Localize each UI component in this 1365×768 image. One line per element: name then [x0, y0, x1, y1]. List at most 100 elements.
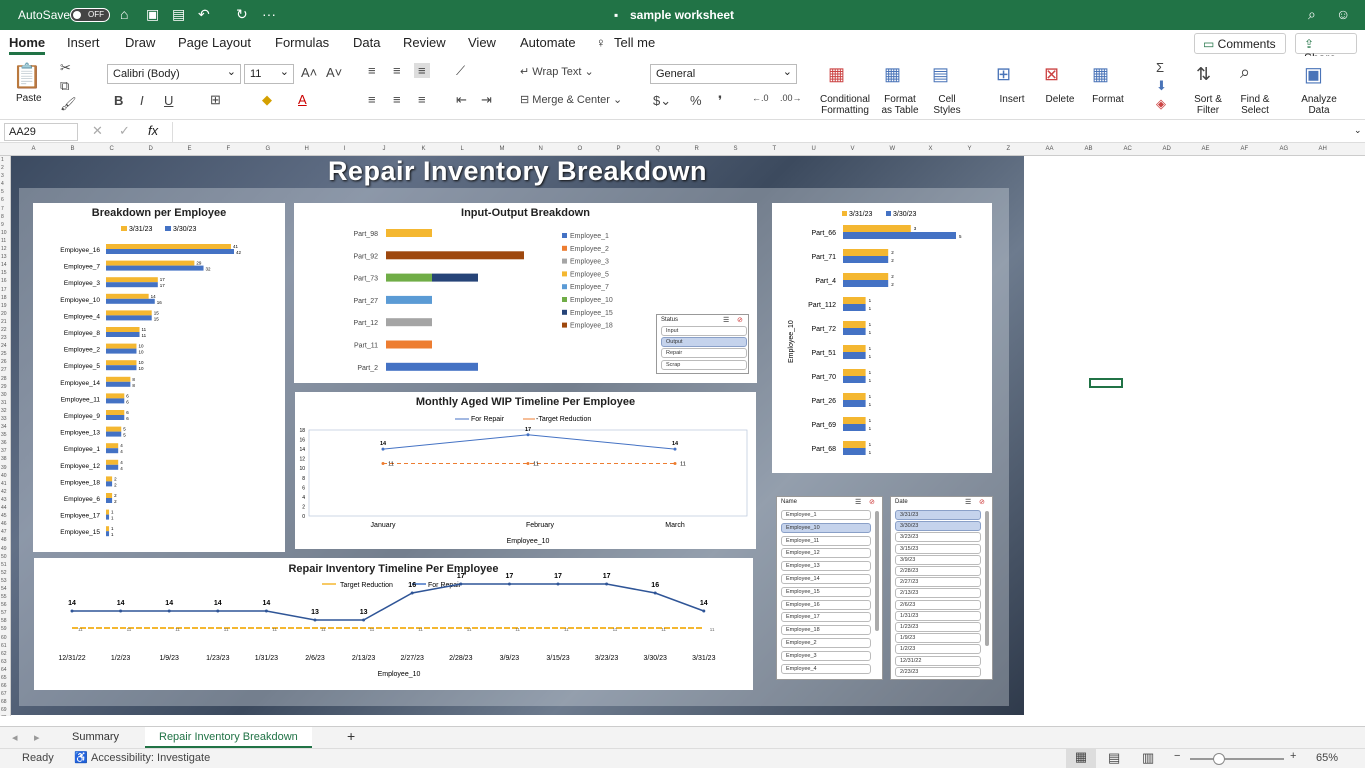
status-slicer[interactable]: Status ☰ ⊘ Input Output Repair Scrap	[656, 314, 749, 374]
format-table-label[interactable]: Format as Table	[876, 94, 924, 116]
row-header[interactable]: 16	[0, 277, 10, 285]
column-header[interactable]: AC	[1124, 146, 1132, 152]
row-header[interactable]: 35	[0, 431, 10, 439]
slicer-item[interactable]: 3/15/23	[895, 543, 981, 554]
tab-home[interactable]: Home	[9, 35, 46, 55]
slicer-item[interactable]: Input	[661, 326, 747, 336]
column-header[interactable]: D	[149, 146, 153, 152]
comments-button[interactable]: ▭ Comments	[1194, 33, 1286, 54]
prev-sheet-icon[interactable]: ◂	[12, 731, 18, 744]
borders-icon[interactable]: ⊞	[210, 92, 221, 108]
clear-filter-icon[interactable]: ⊘	[869, 498, 875, 506]
underline-icon[interactable]: U	[164, 93, 173, 108]
column-header[interactable]: H	[305, 146, 309, 152]
row-header[interactable]: 3	[0, 172, 10, 180]
format-cells-icon[interactable]: ▦	[1092, 64, 1109, 85]
row-header[interactable]: 32	[0, 407, 10, 415]
row-header[interactable]: 54	[0, 585, 10, 593]
more-icon[interactable]: ···	[262, 6, 276, 22]
conditional-formatting-icon[interactable]: ▦	[828, 64, 845, 85]
clear-filter-icon[interactable]: ⊘	[979, 498, 985, 506]
row-header[interactable]: 13	[0, 253, 10, 261]
slicer-item[interactable]: 3/23/23	[895, 532, 981, 543]
row-header[interactable]: 58	[0, 617, 10, 625]
currency-icon[interactable]: $⌄	[653, 93, 671, 109]
row-header[interactable]: 61	[0, 642, 10, 650]
slicer-item[interactable]: 2/27/23	[895, 577, 981, 588]
row-header[interactable]: 64	[0, 666, 10, 674]
row-header[interactable]: 63	[0, 658, 10, 666]
merge-center-button[interactable]: ⊟ Merge & Center ⌄	[520, 93, 622, 106]
slicer-item[interactable]: 3/30/23	[895, 521, 981, 532]
slicer-item[interactable]: 1/31/23	[895, 610, 981, 621]
row-header[interactable]: 18	[0, 294, 10, 302]
row-header[interactable]: 60	[0, 634, 10, 642]
insert-cells-icon[interactable]: ⊞	[996, 64, 1011, 85]
slicer-item[interactable]: Output	[661, 337, 747, 348]
page-layout-view-icon[interactable]: ▤	[1108, 750, 1120, 766]
paste-label[interactable]: Paste	[16, 93, 42, 104]
name-slicer[interactable]: Name ☰ ⊘ Employee_1 Employee_10 Employee_1…	[776, 496, 883, 680]
paste-icon[interactable]: 📋	[12, 62, 42, 91]
row-header[interactable]: 22	[0, 326, 10, 334]
row-header[interactable]: 25	[0, 350, 10, 358]
increase-font-icon[interactable]: A˄	[301, 65, 317, 80]
share-button[interactable]: ⇪ Share	[1295, 33, 1357, 65]
expand-formula-icon[interactable]: ⌄	[1354, 125, 1362, 136]
find-select-label[interactable]: Find & Select	[1234, 94, 1276, 116]
slicer-scrollbar[interactable]	[875, 511, 879, 631]
row-header[interactable]: 14	[0, 261, 10, 269]
column-header[interactable]: V	[851, 146, 855, 152]
slicer-item[interactable]: Employee_4	[781, 663, 871, 674]
zoom-slider[interactable]	[1190, 758, 1284, 760]
row-header[interactable]: 4	[0, 180, 10, 188]
column-header[interactable]: L	[461, 146, 464, 152]
column-header[interactable]: C	[110, 146, 114, 152]
slicer-item[interactable]: 1/23/23	[895, 622, 981, 632]
column-header[interactable]: P	[617, 146, 621, 152]
tab-formulas[interactable]: Formulas	[275, 35, 329, 50]
row-header[interactable]: 12	[0, 245, 10, 253]
row-header[interactable]: 28	[0, 375, 10, 383]
date-slicer[interactable]: Date ☰ ⊘ 3/31/23 3/30/23 3/23/23 3/15/23 3/9…	[890, 496, 993, 680]
clear-filter-icon[interactable]: ⊘	[737, 316, 743, 324]
cell-styles-label[interactable]: Cell Styles	[928, 94, 966, 116]
row-header[interactable]: 29	[0, 383, 10, 391]
column-header[interactable]: AD	[1163, 146, 1171, 152]
orientation-icon[interactable]: ⟋	[456, 63, 465, 79]
row-header[interactable]: 24	[0, 342, 10, 350]
row-header[interactable]: 43	[0, 496, 10, 504]
row-header[interactable]: 30	[0, 391, 10, 399]
chart-breakdown-employee[interactable]: Breakdown per Employee 3/31/23 3/30/23 Emp…	[33, 203, 285, 552]
row-header[interactable]: 47	[0, 528, 10, 536]
increase-decimal-icon[interactable]: ←.0	[752, 93, 769, 103]
font-color-icon[interactable]: A	[298, 92, 307, 107]
column-header[interactable]: A	[32, 146, 36, 152]
row-header[interactable]: 27	[0, 366, 10, 374]
row-header[interactable]: 52	[0, 569, 10, 577]
align-middle-icon[interactable]: ≡	[393, 63, 401, 78]
column-header[interactable]: Z	[1007, 146, 1011, 152]
decrease-font-icon[interactable]: A˅	[326, 65, 342, 80]
zoom-out-icon[interactable]: −	[1174, 750, 1180, 762]
sort-filter-label[interactable]: Sort & Filter	[1188, 94, 1228, 116]
row-header[interactable]: 55	[0, 593, 10, 601]
row-header[interactable]: 5	[0, 188, 10, 196]
slicer-item[interactable]: Employee_2	[781, 638, 871, 648]
row-header[interactable]: 56	[0, 601, 10, 609]
search-icon[interactable]: ⌕	[1308, 6, 1316, 23]
decrease-indent-icon[interactable]: ⇤	[456, 92, 467, 108]
find-select-icon[interactable]: ⌕	[1240, 62, 1250, 83]
row-header[interactable]: 39	[0, 464, 10, 472]
font-name-select[interactable]: Calibri (Body)	[107, 64, 241, 84]
sort-filter-icon[interactable]: ⇅	[1196, 64, 1211, 85]
format-table-icon[interactable]: ▦	[884, 64, 901, 85]
save-as-icon[interactable]: ▤	[172, 6, 185, 23]
row-header[interactable]: 38	[0, 455, 10, 463]
row-header[interactable]: 37	[0, 447, 10, 455]
column-header[interactable]: Y	[968, 146, 972, 152]
slicer-item[interactable]: 2/23/23	[895, 666, 981, 677]
column-header[interactable]: I	[344, 146, 346, 152]
row-header[interactable]: 33	[0, 415, 10, 423]
slicer-item[interactable]: Employee_14	[781, 574, 871, 584]
